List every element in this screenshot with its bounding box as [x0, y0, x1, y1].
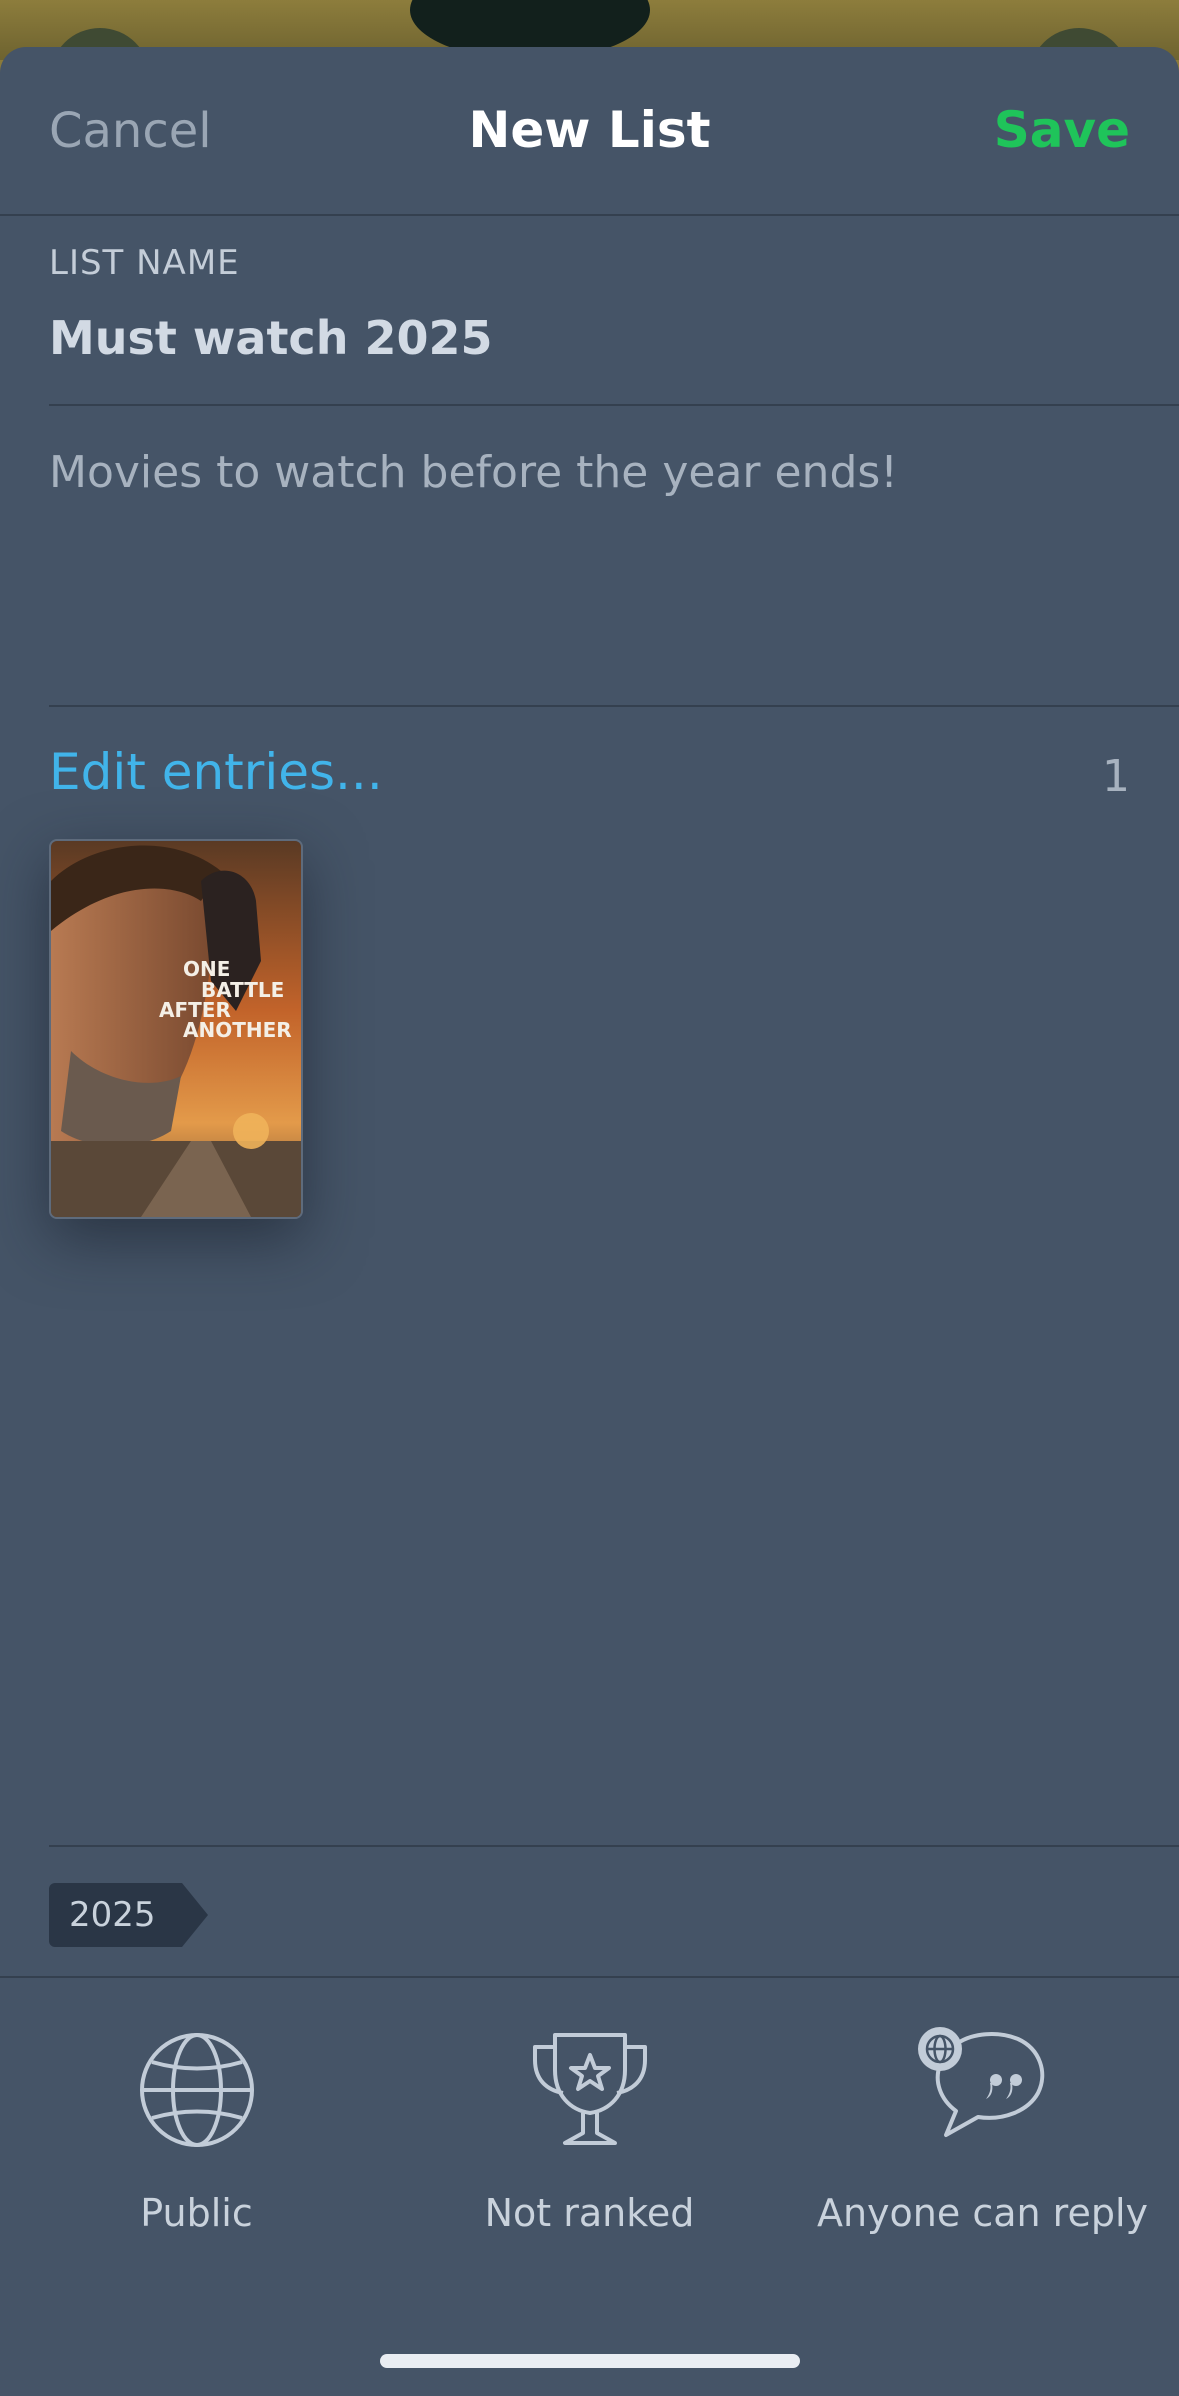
globe-icon — [139, 2033, 254, 2147]
movie-poster[interactable]: ONE BATTLE AFTER ANOTHER — [49, 839, 303, 1219]
new-list-sheet: Cancel New List Save LIST NAME Must watc… — [0, 47, 1179, 2396]
entry-count: 1 — [1102, 751, 1130, 802]
nav-bar: Cancel New List Save — [0, 47, 1179, 215]
replies-label: Anyone can reply — [816, 2191, 1149, 2235]
divider — [49, 705, 1179, 707]
divider — [49, 404, 1179, 406]
ranking-label: Not ranked — [484, 2191, 695, 2235]
trophy-icon — [532, 2033, 647, 2145]
description-field[interactable]: Movies to watch before the year ends! — [49, 447, 898, 498]
visibility-option[interactable]: Public — [0, 2025, 393, 2235]
visibility-label: Public — [140, 2191, 253, 2235]
home-indicator[interactable] — [380, 2354, 800, 2368]
divider — [0, 214, 1179, 216]
edit-entries-link[interactable]: Edit entries... — [49, 743, 383, 801]
save-button[interactable]: Save — [994, 101, 1130, 159]
divider — [0, 1976, 1179, 1978]
tag-chip[interactable]: 2025 — [49, 1883, 207, 1947]
divider — [49, 1845, 1179, 1847]
list-name-label: LIST NAME — [49, 243, 240, 283]
reply-icon — [917, 2027, 1044, 2137]
replies-option[interactable]: Anyone can reply — [786, 2025, 1179, 2235]
ranking-option[interactable]: Not ranked — [393, 2025, 786, 2235]
poster-title-line: ANOTHER — [183, 1018, 292, 1042]
list-name-field[interactable]: Must watch 2025 — [49, 311, 493, 365]
